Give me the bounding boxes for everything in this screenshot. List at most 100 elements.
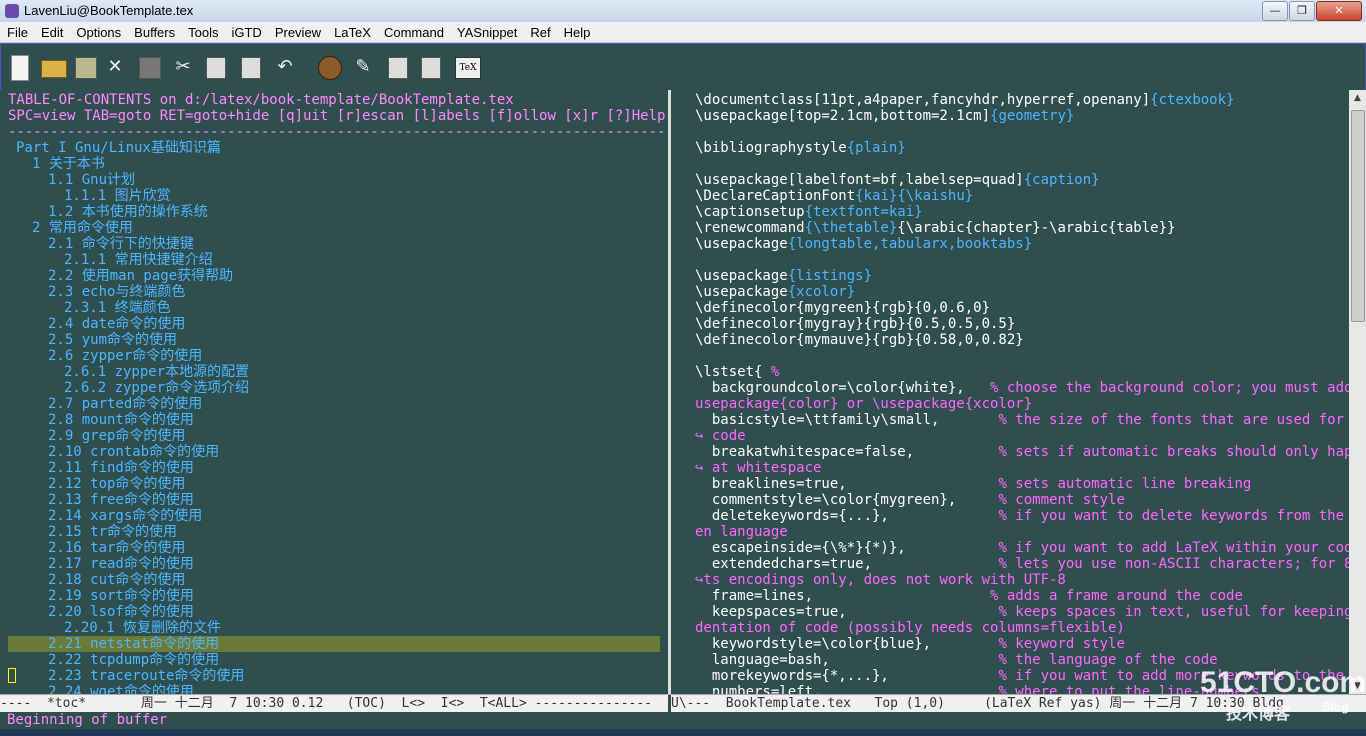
toc-entry[interactable]: 2.14 xargs命令的使用	[48, 508, 202, 524]
toc-entry[interactable]: 2.5 yum命令的使用	[48, 332, 177, 348]
gnu-icon[interactable]	[318, 56, 342, 80]
toc-entry[interactable]: 1.1.1 图片欣赏	[64, 188, 171, 204]
code-line[interactable]: dentation of code (possibly needs column…	[695, 620, 1125, 636]
toc-entry[interactable]: 2.6.2 zypper命令选项介绍	[64, 380, 249, 396]
code-line[interactable]: \lstset{ %	[695, 364, 779, 380]
code-line[interactable]: en language	[695, 524, 788, 540]
toc-entry[interactable]: 2.8 mount命令的使用	[48, 412, 194, 428]
copy-icon[interactable]	[206, 57, 226, 79]
code-line[interactable]: \definecolor{mymauve}{rgb}{0.58,0,0.82}	[695, 332, 1024, 348]
toc-entry[interactable]: 2.19 sort命令的使用	[48, 588, 194, 604]
toc-entry[interactable]: 2.3.1 终端颜色	[64, 300, 171, 316]
toc-entry[interactable]: 2.18 cut命令的使用	[48, 572, 185, 588]
code-line[interactable]: deletekeywords={...}, % if you want to d…	[695, 508, 1349, 524]
toc-entry[interactable]: 2.4 date命令的使用	[48, 316, 185, 332]
minimize-button[interactable]: —	[1262, 1, 1288, 21]
code-line[interactable]: keywordstyle=\color{blue}, % keyword sty…	[695, 636, 1125, 652]
close-button[interactable]: ✕	[1316, 1, 1362, 21]
menu-file[interactable]: File	[0, 23, 34, 43]
toc-entry[interactable]: 2.12 top命令的使用	[48, 476, 185, 492]
toc-entry[interactable]: Part I Gnu/Linux基础知识篇	[16, 140, 221, 156]
toc-entry[interactable]: 1.2 本书使用的操作系统	[48, 204, 208, 220]
code-line[interactable]: \renewcommand{\thetable}{\arabic{chapter…	[695, 220, 1175, 236]
vertical-scrollbar[interactable]: ▲ ▼	[1349, 90, 1366, 694]
code-line[interactable]: language=bash, % the language of the cod…	[695, 652, 1218, 668]
new-file-icon[interactable]	[11, 55, 29, 81]
toc-entry[interactable]: 2.21 netstat命令的使用	[48, 636, 219, 652]
code-line[interactable]: extendedchars=true, % lets you use non-A…	[695, 556, 1349, 572]
menu-ref[interactable]: Ref	[523, 23, 556, 43]
paste-icon[interactable]	[241, 57, 261, 79]
menu-options[interactable]: Options	[69, 23, 127, 43]
code-line[interactable]: \documentclass[11pt,a4paper,fancyhdr,hyp…	[695, 92, 1234, 108]
code-line[interactable]: usepackage{color} or \usepackage{xcolor}	[695, 396, 1032, 412]
toc-entry[interactable]: 2.10 crontab命令的使用	[48, 444, 219, 460]
toc-entry[interactable]: 2.6.1 zypper本地源的配置	[64, 364, 249, 380]
menu-preview[interactable]: Preview	[268, 23, 327, 43]
open-directory-icon[interactable]	[75, 57, 97, 79]
code-line[interactable]: \usepackage{longtable,tabularx,booktabs}	[695, 236, 1032, 252]
code-line[interactable]: ↪ at whitespace	[695, 460, 821, 476]
code-line[interactable]: commentstyle=\color{mygreen}, % comment …	[695, 492, 1125, 508]
menu-help[interactable]: Help	[557, 23, 597, 43]
scroll-up-icon[interactable]: ▲	[1349, 90, 1366, 106]
code-line[interactable]: \DeclareCaptionFont{kai}{\kaishu}	[695, 188, 973, 204]
code-line[interactable]: \captionsetup{textfont=kai}	[695, 204, 923, 220]
toc-entry[interactable]: 2.6 zypper命令的使用	[48, 348, 202, 364]
code-line[interactable]: frame=lines, % adds a frame around the c…	[695, 588, 1243, 604]
toc-pane[interactable]: TABLE-OF-CONTENTS on d:/latex/book-templ…	[0, 90, 668, 694]
toc-entry[interactable]: 2.7 parted命令的使用	[48, 396, 202, 412]
open-folder-icon[interactable]	[41, 60, 67, 78]
menu-tools[interactable]: Tools	[181, 23, 224, 43]
toc-entry[interactable]: 2 常用命令使用	[32, 220, 133, 236]
scrollbar-thumb[interactable]	[1351, 110, 1365, 322]
toc-entry[interactable]: 1 关于本书	[32, 156, 105, 172]
abc-check-icon[interactable]	[421, 57, 441, 79]
save-icon[interactable]	[139, 57, 161, 79]
code-line[interactable]: backgroundcolor=\color{white}, % choose …	[695, 380, 1349, 396]
code-line[interactable]: ↪ code	[695, 428, 746, 444]
undo-icon[interactable]: ↶	[273, 55, 297, 79]
menu-igtd[interactable]: iGTD	[224, 23, 267, 43]
toc-entry[interactable]: 2.2 使用man page获得帮助	[48, 268, 233, 284]
code-line[interactable]: \usepackage{listings}	[695, 268, 872, 284]
code-line[interactable]: escapeinside={\%*}{*)}, % if you want to…	[695, 540, 1349, 556]
code-line[interactable]: \bibliographystyle{plain}	[695, 140, 906, 156]
toc-entry[interactable]: 2.16 tar命令的使用	[48, 540, 185, 556]
code-line[interactable]: numbers=left, % where to put the line-nu…	[695, 684, 1260, 694]
code-line[interactable]: \definecolor{mygray}{rgb}{0.5,0.5,0.5}	[695, 316, 1015, 332]
menu-buffers[interactable]: Buffers	[127, 23, 181, 43]
code-line[interactable]: breaklines=true, % sets automatic line b…	[695, 476, 1251, 492]
toc-entry[interactable]: 2.1.1 常用快捷键介绍	[64, 252, 213, 268]
code-line[interactable]: \usepackage[top=2.1cm,bottom=2.1cm]{geom…	[695, 108, 1074, 124]
close-buffer-icon[interactable]: ✕	[103, 55, 127, 79]
toc-entry[interactable]: 2.23 traceroute命令的使用	[48, 668, 244, 684]
toc-entry[interactable]: 1.1 Gnu计划	[48, 172, 135, 188]
code-line[interactable]: \definecolor{mygreen}{rgb}{0,0.6,0}	[695, 300, 990, 316]
tex-icon[interactable]: TeX	[455, 57, 481, 79]
toc-entry[interactable]: 2.13 free命令的使用	[48, 492, 194, 508]
toc-entry[interactable]: 2.3 echo与终端颜色	[48, 284, 185, 300]
cut-icon[interactable]: ✂	[171, 55, 195, 79]
spell-icon[interactable]	[388, 57, 408, 79]
code-line[interactable]: keepspaces=true, % keeps spaces in text,…	[695, 604, 1349, 620]
preview-icon[interactable]: ✎	[351, 55, 375, 79]
code-line[interactable]: basicstyle=\ttfamily\small, % the size o…	[695, 412, 1349, 428]
toc-entry[interactable]: 2.24 wget命令的使用	[48, 684, 194, 694]
toc-entry[interactable]: 2.11 find命令的使用	[48, 460, 194, 476]
code-line[interactable]: \usepackage{xcolor}	[695, 284, 855, 300]
menu-yasnippet[interactable]: YASnippet	[450, 23, 523, 43]
code-line[interactable]: breakatwhitespace=false, % sets if autom…	[695, 444, 1349, 460]
toc-entry[interactable]: 2.15 tr命令的使用	[48, 524, 177, 540]
menu-edit[interactable]: Edit	[34, 23, 69, 43]
menu-latex[interactable]: LaTeX	[327, 23, 377, 43]
toc-entry[interactable]: 2.20.1 恢复删除的文件	[64, 620, 221, 636]
code-line[interactable]: ↪ts encodings only, does not work with U…	[695, 572, 1066, 588]
code-line[interactable]: \usepackage[labelfont=bf,labelsep=quad]{…	[695, 172, 1100, 188]
toc-entry[interactable]: 2.20 lsof命令的使用	[48, 604, 194, 620]
menu-command[interactable]: Command	[377, 23, 450, 43]
toc-entry[interactable]: 2.17 read命令的使用	[48, 556, 194, 572]
toc-entry[interactable]: 2.1 命令行下的快捷键	[48, 236, 194, 252]
source-pane[interactable]: \documentclass[11pt,a4paper,fancyhdr,hyp…	[671, 90, 1349, 694]
maximize-button[interactable]: ❐	[1289, 1, 1315, 21]
